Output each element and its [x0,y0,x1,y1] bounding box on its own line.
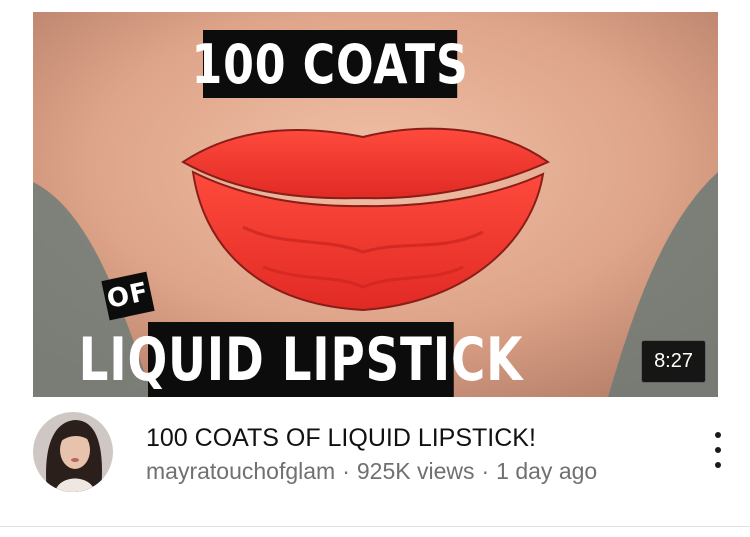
channel-avatar[interactable] [33,412,113,492]
avatar-image [33,412,113,492]
menu-dot [715,432,721,438]
thumbnail-caption-top: 100 COATS [192,30,468,98]
meta-separator: · [342,458,350,484]
menu-dot [715,462,721,468]
video-duration-badge: 8:27 [641,340,706,383]
thumbnail-caption-bottom: LIQUID LIPSTICK [79,322,522,397]
meta-separator: · [481,458,490,484]
upload-age: 1 day ago [496,458,598,484]
menu-dot [715,447,721,453]
video-title[interactable]: 100 COATS OF LIQUID LIPSTICK! [146,424,536,453]
divider [0,526,750,527]
view-count: 925K views [356,458,475,484]
more-vert-icon[interactable] [705,432,731,468]
video-thumbnail[interactable]: 100 COATS OF LIQUID LIPSTICK 8:27 [33,12,718,397]
channel-name[interactable]: mayratouchofglam [146,458,335,484]
video-metadata: mayratouchofglam · 925K views · 1 day ago [146,458,597,485]
